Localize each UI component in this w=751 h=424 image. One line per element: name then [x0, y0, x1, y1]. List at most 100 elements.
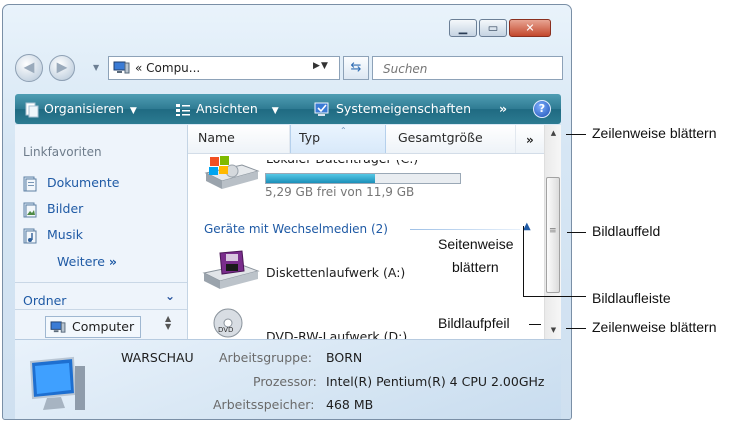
scroll-thumb[interactable]: ≡	[546, 177, 560, 293]
callout-line	[566, 328, 586, 329]
forward-arrow-icon: ▶	[56, 59, 68, 76]
column-name[interactable]: Name	[188, 125, 290, 153]
annotation-line-scroll-top: Zeilenweise blättern	[592, 125, 717, 141]
group-collapse-icon[interactable]: ▲	[523, 221, 531, 232]
nav-link-documents[interactable]: Dokumente	[23, 175, 119, 192]
tree-scroll-arrows-icon[interactable]: ▲ ▼	[165, 315, 171, 331]
floppy-drive-name: Diskettenlaufwerk (A:)	[266, 265, 406, 280]
history-dropdown-icon[interactable]: ▼	[93, 63, 99, 72]
group-header-removable[interactable]: Geräte mit Wechselmedien (2)	[204, 222, 388, 236]
computer-icon	[50, 321, 66, 333]
views-dropdown-icon: ▼	[271, 106, 279, 116]
nav-more-glyph: »	[108, 254, 117, 269]
back-button[interactable]: ◀	[15, 54, 43, 82]
command-bar: Organisieren ▼ Ansichten ▼ Systemeigenscha…	[15, 94, 561, 124]
documents-icon	[23, 176, 37, 191]
column-total-size[interactable]: Gesamtgröße	[386, 125, 516, 153]
more-columns-button[interactable]: »	[526, 125, 534, 155]
nav-link-music[interactable]: Musik	[23, 227, 83, 244]
main-area: Linkfavoriten Dokumente Bilder Musik Wei…	[15, 125, 561, 339]
nav-link-label: Bilder	[47, 201, 84, 216]
address-path: « Compu...	[135, 61, 201, 75]
address-dropdown-icon[interactable]: ▼	[321, 61, 328, 71]
toolbar-more-label: »	[499, 101, 508, 116]
forward-button[interactable]: ▶	[49, 55, 75, 81]
disk-usage-fill	[266, 174, 375, 183]
scroll-down-arrow-icon[interactable]: ▼	[545, 322, 561, 339]
computer-name: WARSCHAU	[121, 350, 194, 365]
dvd-drive-name: DVD-RW-Laufwerk (D:)	[266, 329, 408, 339]
monitor-icon	[29, 356, 85, 410]
vertical-scrollbar[interactable]: ▲ ≡ ▼	[544, 125, 561, 339]
local-drive-free-space: 5,29 GB frei von 11,9 GB	[265, 185, 415, 199]
views-label: Ansichten	[196, 101, 258, 116]
nav-more-label: Weitere	[57, 254, 105, 269]
maximize-button[interactable]: ▭	[479, 19, 507, 37]
search-box[interactable]	[372, 56, 563, 80]
organize-icon	[25, 102, 39, 117]
folder-tree-computer[interactable]: Computer	[45, 316, 142, 338]
views-button[interactable]: Ansichten ▼	[175, 94, 279, 124]
window-controls: ▁ ▭ ✕	[449, 19, 551, 37]
folders-header[interactable]: Ordner	[23, 293, 66, 308]
refresh-button[interactable]: ⇆	[343, 56, 369, 80]
views-icon	[176, 103, 190, 116]
callout-line	[567, 232, 586, 233]
cpu-label: Prozessor:	[253, 374, 317, 389]
minimize-button[interactable]: ▁	[449, 19, 477, 37]
help-button[interactable]: ?	[533, 100, 551, 118]
nav-link-label: Musik	[47, 227, 83, 242]
annotation-scroll-arrow: Bildlaufpfeil	[438, 315, 510, 331]
callout-line	[523, 226, 524, 296]
maximize-icon: ▭	[487, 21, 499, 35]
music-icon	[23, 228, 37, 243]
organize-label: Organisieren	[44, 101, 124, 116]
close-button[interactable]: ✕	[509, 19, 551, 37]
nav-divider	[15, 309, 187, 310]
cpu-value: Intel(R) Pentium(R) 4 CPU 2.00GHz	[326, 374, 545, 389]
nav-divider	[15, 282, 187, 283]
favorites-header: Linkfavoriten	[23, 145, 102, 159]
disk-usage-bar	[265, 173, 461, 184]
ram-value: 468 MB	[326, 397, 374, 412]
workgroup-label: Arbeitsgruppe:	[219, 350, 312, 365]
refresh-icon: ⇆	[350, 60, 362, 75]
minimize-icon: ▁	[458, 21, 468, 35]
address-bar[interactable]: « Compu... ▶ ▼	[108, 56, 340, 80]
details-pane: WARSCHAU Arbeitsgruppe: BORN Prozessor: …	[15, 339, 561, 419]
callout-line	[566, 134, 586, 135]
breadcrumb-chevron-icon[interactable]: ▶	[313, 61, 320, 71]
dvd-drive-icon: DVD	[213, 308, 243, 338]
organize-button[interactable]: Organisieren ▼	[25, 94, 137, 124]
help-icon: ?	[538, 102, 546, 115]
annotation-page-scroll-1: Seitenweise	[438, 236, 514, 252]
explorer-window: ▁ ▭ ✕ ◀ ▶ ▼ « Compu... ▶ ▼ ⇆ Organisiere	[2, 4, 572, 420]
annotation-page-scroll-2: blättern	[452, 259, 499, 275]
column-header-row: Name Typ ⌃ Gesamtgröße »	[188, 125, 544, 154]
callout-line	[523, 296, 586, 297]
scroll-up-arrow-icon[interactable]: ▲	[545, 125, 561, 142]
floppy-drive-icon	[202, 250, 260, 289]
nav-link-label: Dokumente	[47, 175, 120, 190]
nav-link-pictures[interactable]: Bilder	[23, 201, 83, 218]
nav-link-more[interactable]: Weitere »	[57, 254, 117, 269]
address-row: ◀ ▶ ▼ « Compu... ▶ ▼ ⇆	[15, 54, 563, 82]
folders-expand-icon[interactable]: ⌄	[165, 289, 175, 303]
hard-drive-icon	[204, 156, 260, 189]
organize-dropdown-icon: ▼	[129, 106, 137, 116]
system-properties-label: Systemeigenschaften	[336, 101, 471, 116]
back-arrow-icon: ◀	[23, 59, 35, 76]
annotation-line-scroll-bottom: Zeilenweise blättern	[592, 319, 717, 335]
grip-icon: ≡	[549, 226, 557, 236]
svg-text:DVD: DVD	[218, 326, 233, 334]
column-type[interactable]: Typ	[290, 125, 386, 153]
system-properties-icon	[314, 102, 329, 116]
system-properties-button[interactable]: Systemeigenschaften	[313, 94, 471, 124]
search-input[interactable]	[381, 58, 555, 80]
workgroup-value: BORN	[326, 350, 363, 365]
annotation-scroll-box: Bildlauffeld	[592, 223, 661, 239]
toolbar-more-button[interactable]: »	[499, 94, 507, 124]
ram-label: Arbeitsspeicher:	[213, 397, 315, 412]
file-list: Name Typ ⌃ Gesamtgröße » Lokaler Datentr…	[188, 125, 561, 339]
callout-line	[529, 324, 541, 325]
